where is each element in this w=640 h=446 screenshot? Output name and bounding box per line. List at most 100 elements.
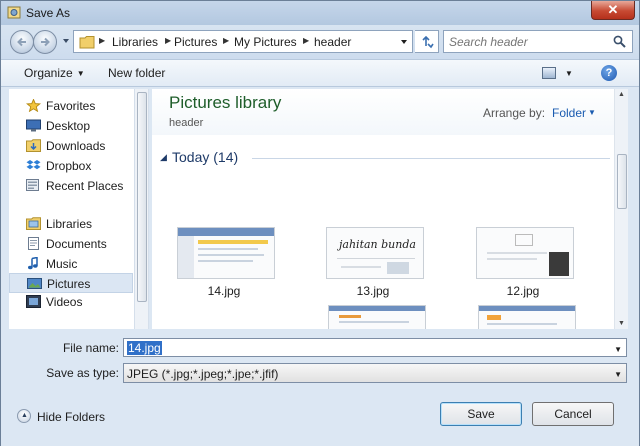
nav-item-downloads[interactable]: Downloads <box>9 136 133 156</box>
downloads-folder-icon <box>26 139 41 152</box>
save-form: File name: 14.jpg ▼ Save as type: JPEG (… <box>1 331 639 446</box>
file-item-partial[interactable] <box>328 305 426 329</box>
group-divider <box>252 158 610 159</box>
help-icon[interactable]: ? <box>601 65 617 81</box>
thumbnail-image <box>476 227 574 279</box>
breadcrumb-separator-icon[interactable]: ▶ <box>223 36 229 45</box>
documents-icon <box>28 237 39 250</box>
close-button[interactable]: ✕ <box>591 1 635 20</box>
file-item-12[interactable]: 12.jpg <box>468 227 578 307</box>
save-as-type-chevron-down-icon[interactable]: ▼ <box>614 370 622 379</box>
breadcrumb[interactable]: ▶ Libraries ▶ Pictures ▶ My Pictures ▶ h… <box>73 30 413 53</box>
nav-favorites-label: Favorites <box>46 99 96 113</box>
nav-item-label: Videos <box>46 295 83 309</box>
nav-item-label: Dropbox <box>46 159 92 173</box>
file-list-scrollbar-thumb[interactable] <box>617 154 627 209</box>
file-name-label: 12.jpg <box>506 284 540 298</box>
address-row: ▶ Libraries ▶ Pictures ▶ My Pictures ▶ h… <box>1 25 639 59</box>
nav-libraries-label: Libraries <box>46 217 93 231</box>
organize-label: Organize <box>24 66 73 80</box>
breadcrumb-libraries[interactable]: Libraries <box>112 35 158 49</box>
back-arrow-icon <box>17 37 26 47</box>
save-as-type-select[interactable]: JPEG (*.jpg;*.jpeg;*.jpe;*.jfif) ▼ <box>123 363 627 383</box>
nav-item-dropbox[interactable]: Dropbox <box>9 156 133 176</box>
organize-button[interactable]: Organize ▼ <box>24 66 85 80</box>
nav-item-videos[interactable]: Videos <box>9 292 133 312</box>
dropbox-icon <box>26 160 41 170</box>
nav-item-label: Desktop <box>46 119 91 133</box>
collapse-group-icon[interactable]: ◢ <box>160 152 167 163</box>
back-button[interactable] <box>10 30 34 54</box>
search-icon[interactable] <box>613 35 626 48</box>
file-list-pane: Pictures library header Arrange by: Fold… <box>152 89 628 329</box>
scroll-up-arrow-icon[interactable]: ▲ <box>618 91 625 98</box>
cancel-button[interactable]: Cancel <box>532 402 614 426</box>
save-as-dialog: Save As ✕ ▶ Libraries ▶ Pictures ▶ My Pi… <box>0 0 640 446</box>
nav-item-recent-places[interactable]: Recent Places <box>9 176 133 196</box>
breadcrumb-header[interactable]: header <box>314 35 351 49</box>
star-icon <box>26 99 41 112</box>
folder-icon <box>79 36 95 49</box>
arrange-by-dropdown[interactable]: Folder <box>552 106 586 120</box>
nav-libraries[interactable]: Libraries <box>9 214 133 234</box>
view-options-chevron-down-icon[interactable]: ▼ <box>565 69 573 78</box>
file-name-value[interactable]: 14.jpg <box>127 341 162 355</box>
file-item-14[interactable]: 14.jpg <box>169 227 279 307</box>
navigation-scrollbar-thumb[interactable] <box>137 92 147 302</box>
toolbar: Organize ▼ New folder ▼ ? <box>1 59 639 87</box>
nav-item-label: Documents <box>46 237 107 251</box>
nav-item-music[interactable]: Music <box>9 254 133 274</box>
thumbnail-caption: jahitan bunda <box>339 238 416 251</box>
file-item-partial[interactable] <box>478 305 576 329</box>
breadcrumb-separator-icon[interactable]: ▶ <box>303 36 309 45</box>
recent-locations-chevron-down-icon[interactable] <box>62 37 70 45</box>
libraries-icon <box>26 217 41 230</box>
navigation-scrollbar[interactable] <box>134 89 148 329</box>
refresh-button[interactable] <box>415 30 439 53</box>
library-header: Pictures library header Arrange by: Fold… <box>152 89 628 135</box>
window-title: Save As <box>26 6 71 20</box>
recent-places-icon <box>26 179 39 191</box>
new-folder-button[interactable]: New folder <box>108 66 165 80</box>
desktop-icon <box>26 119 41 132</box>
breadcrumb-pictures[interactable]: Pictures <box>174 35 217 49</box>
nav-favorites[interactable]: Favorites <box>9 96 133 116</box>
address-dropdown-chevron-down-icon[interactable] <box>400 38 408 46</box>
save-as-type-label: Save as type: <box>46 366 119 380</box>
thumbnail-image: jahitan bunda <box>326 227 424 279</box>
nav-item-label: Music <box>46 257 78 271</box>
scroll-down-arrow-icon[interactable]: ▼ <box>618 320 625 327</box>
file-item-13[interactable]: jahitan bunda 13.jpg <box>318 227 428 307</box>
thumbnail-image <box>177 227 275 279</box>
file-name-field-label: File name: <box>62 341 119 355</box>
arrange-by-chevron-down-icon[interactable]: ▼ <box>588 108 596 117</box>
file-name-field[interactable]: 14.jpg ▼ <box>123 338 627 357</box>
group-header-today[interactable]: ◢ Today (14) <box>160 149 610 167</box>
nav-item-label: Pictures <box>47 277 91 291</box>
search-box[interactable] <box>443 30 633 53</box>
nav-item-desktop[interactable]: Desktop <box>9 116 133 136</box>
collapse-up-icon: ▲ <box>17 409 31 423</box>
save-as-type-value: JPEG (*.jpg;*.jpeg;*.jpe;*.jfif) <box>127 367 279 381</box>
search-input[interactable] <box>449 34 599 49</box>
nav-item-label: Recent Places <box>46 179 124 193</box>
breadcrumb-separator-icon[interactable]: ▶ <box>99 36 105 45</box>
breadcrumb-separator-icon[interactable]: ▶ <box>165 36 171 45</box>
file-list-scrollbar[interactable]: ▲ ▼ <box>614 89 628 329</box>
file-name-label: 13.jpg <box>356 284 390 298</box>
title-bar[interactable]: Save As ✕ <box>1 1 639 25</box>
videos-icon <box>26 295 41 308</box>
nav-item-documents[interactable]: Documents <box>9 234 133 254</box>
change-view-icon[interactable] <box>542 67 556 79</box>
chevron-down-icon: ▼ <box>76 69 85 78</box>
app-icon <box>7 6 21 19</box>
nav-item-label: Downloads <box>46 139 106 153</box>
breadcrumb-my-pictures[interactable]: My Pictures <box>234 35 297 49</box>
forward-button[interactable] <box>33 30 57 54</box>
arrange-by-label: Arrange by: <box>483 106 546 120</box>
nav-item-pictures[interactable]: Pictures <box>9 273 133 293</box>
library-title: Pictures library <box>169 93 282 112</box>
file-name-chevron-down-icon[interactable]: ▼ <box>614 345 622 354</box>
music-icon <box>28 257 38 270</box>
save-button[interactable]: Save <box>440 402 522 426</box>
